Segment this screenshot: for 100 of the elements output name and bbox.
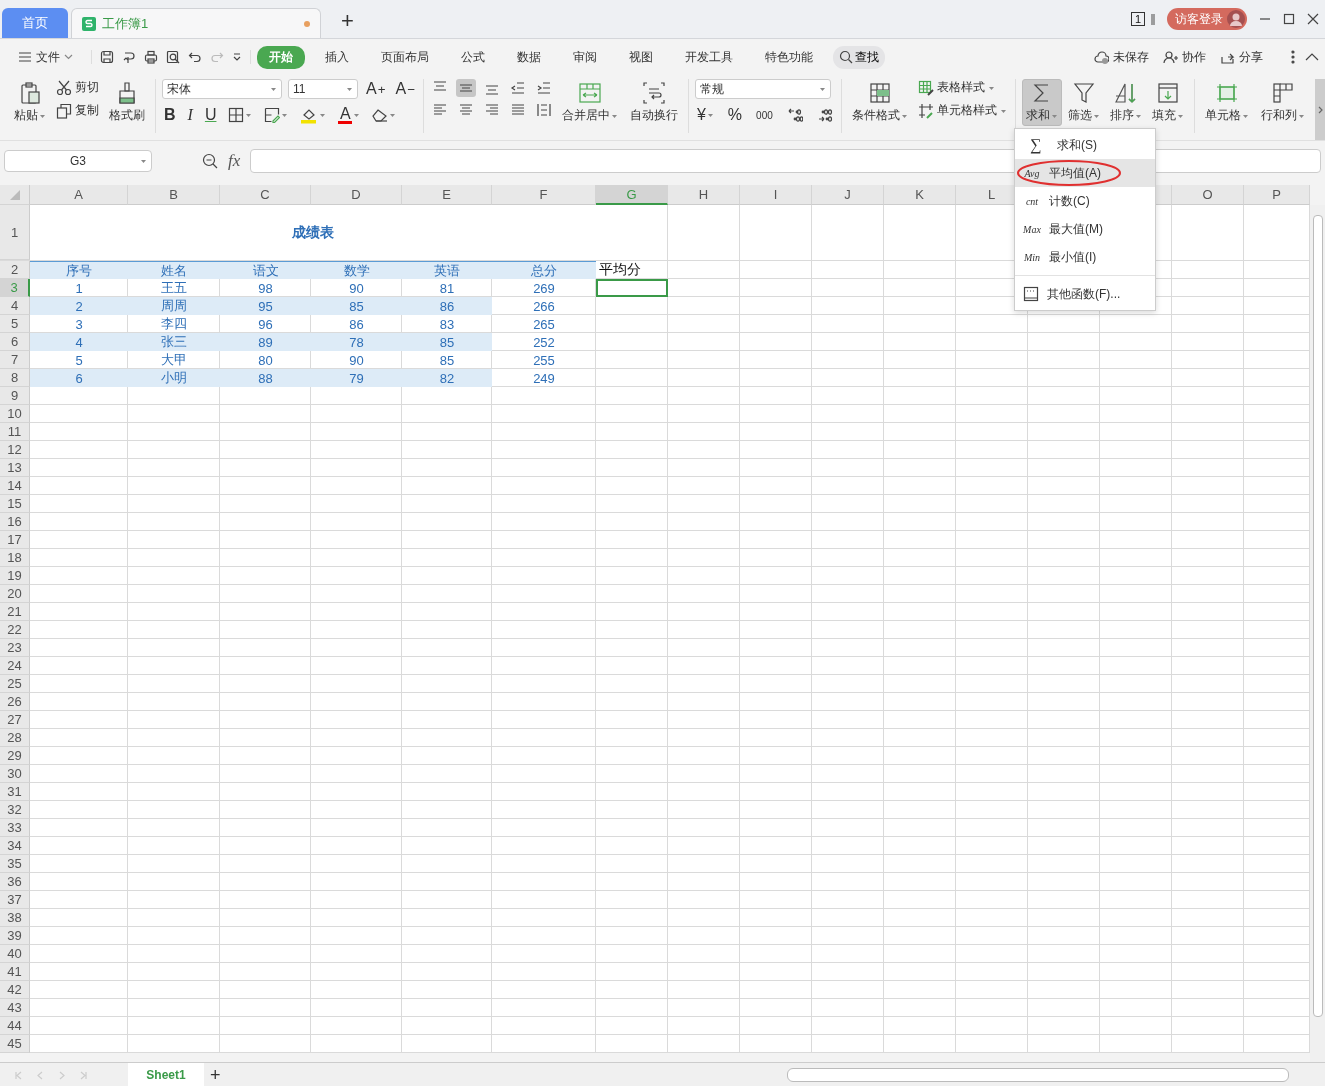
row-header[interactable]: 29 [0,747,30,765]
table-cell[interactable]: 266 [492,297,596,315]
search-button[interactable]: 查找 [833,45,885,69]
row-header[interactable]: 37 [0,891,30,909]
sheet-tab[interactable]: Sheet1 [128,1063,204,1086]
toolbar-button[interactable]: 求和 [1021,79,1062,126]
number-format-select[interactable]: 常规 [694,79,831,99]
document-tab[interactable]: 工作簿1 [71,8,321,38]
table-cell[interactable]: 数学 [311,261,402,279]
table-cell[interactable]: 90 [311,279,402,297]
thousands-button[interactable]: 000 [754,108,775,122]
table-cell[interactable]: 序号 [30,261,128,279]
table-cell[interactable]: 88 [220,369,311,387]
row-header[interactable]: 18 [0,549,30,567]
row-header[interactable]: 12 [0,441,30,459]
add-sheet-button[interactable]: + [204,1064,227,1086]
column-header[interactable]: C [220,185,311,205]
row-header[interactable]: 21 [0,603,30,621]
table-cell[interactable]: 5 [30,351,128,369]
row-header[interactable]: 11 [0,423,30,441]
toolbar-button[interactable]: 粘贴 [10,79,50,126]
table-cell[interactable]: 98 [220,279,311,297]
table-cell[interactable]: 85 [402,333,492,351]
toolbar-button[interactable]: 筛选 [1063,79,1104,126]
ribbon-tab[interactable]: 页面布局 [369,45,441,69]
table-cell[interactable]: 96 [220,315,311,333]
column-header[interactable]: D [311,185,402,205]
row-header[interactable]: 35 [0,855,30,873]
table-cell[interactable]: 姓名 [128,261,220,279]
ribbon-tab[interactable]: 开发工具 [673,45,745,69]
table-cell[interactable]: 89 [220,333,311,351]
login-button[interactable]: 访客登录 [1167,8,1247,30]
row-header[interactable]: 8 [0,369,30,387]
table-cell[interactable]: 265 [492,315,596,333]
toolbar-button[interactable]: 填充 [1147,79,1188,126]
table-cell[interactable]: 86 [311,315,402,333]
toolbar-action[interactable]: 协作 [1161,48,1208,66]
toolbar-button[interactable]: 排序 [1105,79,1146,126]
new-tab-button[interactable]: + [335,8,360,34]
column-header[interactable]: A [30,185,128,205]
ribbon-tab[interactable]: 插入 [313,45,361,69]
row-header[interactable]: 6 [0,333,30,351]
toolbar-button[interactable]: 剪切 [54,79,101,96]
row-header[interactable]: 23 [0,639,30,657]
row-header[interactable]: 27 [0,711,30,729]
toolbar-button[interactable]: 单元格 [1200,79,1253,126]
bold-button[interactable]: B [162,105,178,125]
column-header[interactable]: O [1172,185,1244,205]
row-header[interactable]: 15 [0,495,30,513]
row-header[interactable]: 40 [0,945,30,963]
row-header[interactable]: 16 [0,513,30,531]
table-cell[interactable]: 85 [311,297,402,315]
table-cell[interactable]: 249 [492,369,596,387]
row-header[interactable]: 22 [0,621,30,639]
font-size-select[interactable]: 11 [288,79,358,99]
row-header[interactable]: 32 [0,801,30,819]
name-box[interactable]: G3 [4,150,152,172]
column-header[interactable]: P [1244,185,1310,205]
table-cell[interactable]: 1 [30,279,128,297]
row-header[interactable]: 25 [0,675,30,693]
ribbon-tab[interactable]: 视图 [617,45,665,69]
row-header[interactable]: 5 [0,315,30,333]
row-header[interactable]: 19 [0,567,30,585]
table-cell[interactable]: 英语 [402,261,492,279]
menu-item[interactable]: ∑ 求和(S) [1015,131,1155,159]
row-header[interactable]: 36 [0,873,30,891]
toolbar-action[interactable]: 未保存 [1092,48,1151,66]
table-cell[interactable]: 255 [492,351,596,369]
table-cell[interactable]: 82 [402,369,492,387]
table-cell[interactable]: 张三 [128,333,220,351]
row-header[interactable]: 44 [0,1017,30,1035]
table-cell[interactable]: 周周 [128,297,220,315]
toolbar-button[interactable]: 单元格样式 [915,102,1009,119]
row-header[interactable]: 24 [0,657,30,675]
row-header[interactable]: 42 [0,981,30,999]
file-menu[interactable]: 文件 [6,45,85,69]
ribbon-tab[interactable]: 公式 [449,45,497,69]
row-header[interactable]: 39 [0,927,30,945]
row-header[interactable]: 4 [0,297,30,315]
toolbar-button[interactable]: 条件格式 [847,79,912,126]
table-cell[interactable]: 2 [30,297,128,315]
table-cell[interactable]: 83 [402,315,492,333]
column-header[interactable]: E [402,185,492,205]
column-header[interactable]: I [740,185,812,205]
table-cell[interactable]: 79 [311,369,402,387]
toolbar-action[interactable]: 分享 [1218,48,1265,66]
percent-button[interactable]: % [725,105,745,125]
column-header[interactable]: K [884,185,956,205]
row-header[interactable]: 13 [0,459,30,477]
menu-item[interactable]: Min 最小值(I) [1015,243,1155,271]
column-header[interactable]: F [492,185,596,205]
menu-item[interactable]: Max 最大值(M) [1015,215,1155,243]
toolbar-button[interactable]: 格式刷 [105,79,149,126]
table-cell[interactable]: 4 [30,333,128,351]
table-cell[interactable]: 269 [492,279,596,297]
row-header[interactable]: 34 [0,837,30,855]
column-header[interactable]: H [668,185,740,205]
row-header[interactable]: 43 [0,999,30,1017]
toolbar-button[interactable]: 合并居中 [557,79,622,126]
row-header[interactable]: 38 [0,909,30,927]
